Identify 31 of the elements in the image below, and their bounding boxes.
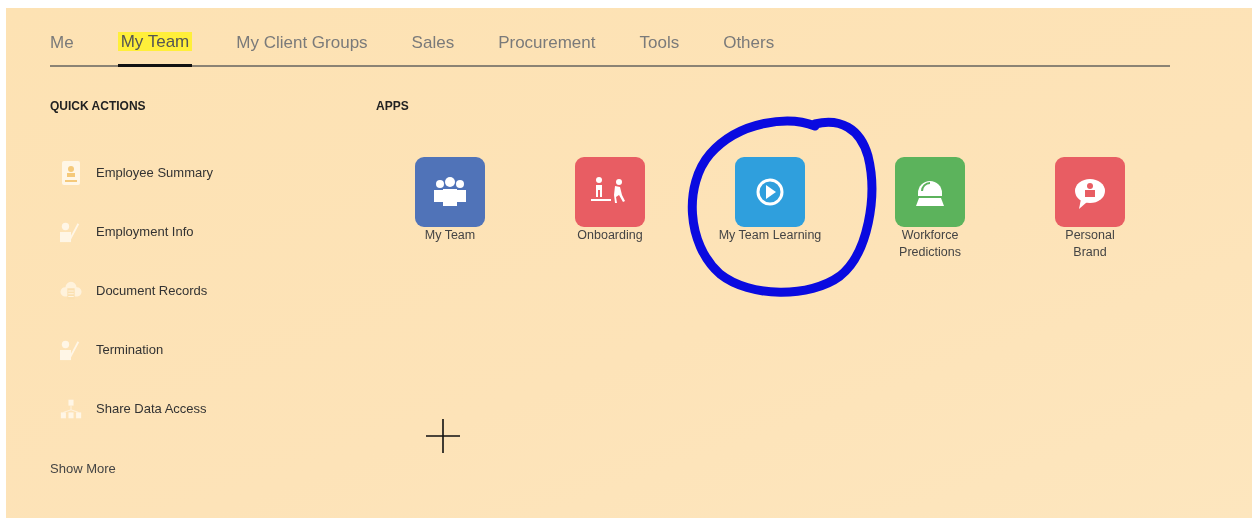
app-label: Onboarding xyxy=(576,227,644,244)
app-label: My Team xyxy=(423,227,477,244)
quick-action-link[interactable]: Employee Summary xyxy=(96,165,214,180)
app-tile[interactable] xyxy=(575,157,645,227)
show-more-link[interactable]: Show More xyxy=(50,461,116,476)
app-label: My Team Learning xyxy=(717,227,823,244)
nav-tab[interactable]: Tools xyxy=(639,24,680,65)
hierarchy-icon xyxy=(60,397,82,420)
app-tile[interactable] xyxy=(1055,157,1125,227)
nav-tab[interactable]: Me xyxy=(50,24,74,65)
nav-tab[interactable]: Sales xyxy=(411,24,455,65)
person-check-icon xyxy=(60,338,82,361)
app-tile[interactable] xyxy=(735,157,805,227)
crosshair-cursor-icon xyxy=(426,419,460,453)
quick-action-link[interactable]: Document Records xyxy=(96,283,208,298)
quick-action-link[interactable]: Employment Info xyxy=(96,224,194,239)
person-check-icon xyxy=(60,220,82,243)
app-label: Personal Brand xyxy=(1064,227,1116,261)
quick-action-link[interactable]: Share Data Access xyxy=(96,401,207,416)
nav-tab[interactable]: Others xyxy=(723,24,775,65)
nav-tab[interactable]: My Client Groups xyxy=(236,24,368,65)
quick-action-link[interactable]: Termination xyxy=(96,342,164,357)
nav-tab[interactable]: My Team xyxy=(117,24,193,67)
section-heading: APPS xyxy=(376,99,410,113)
app-tile[interactable] xyxy=(895,157,965,227)
app-label: Workforce Predictions xyxy=(898,227,962,261)
id-badge-icon xyxy=(62,160,80,185)
nav-tab[interactable]: Procurement xyxy=(498,24,596,65)
app-tile[interactable] xyxy=(415,157,485,227)
cloud-document-icon xyxy=(60,280,82,301)
section-heading: QUICK ACTIONS xyxy=(50,99,147,113)
